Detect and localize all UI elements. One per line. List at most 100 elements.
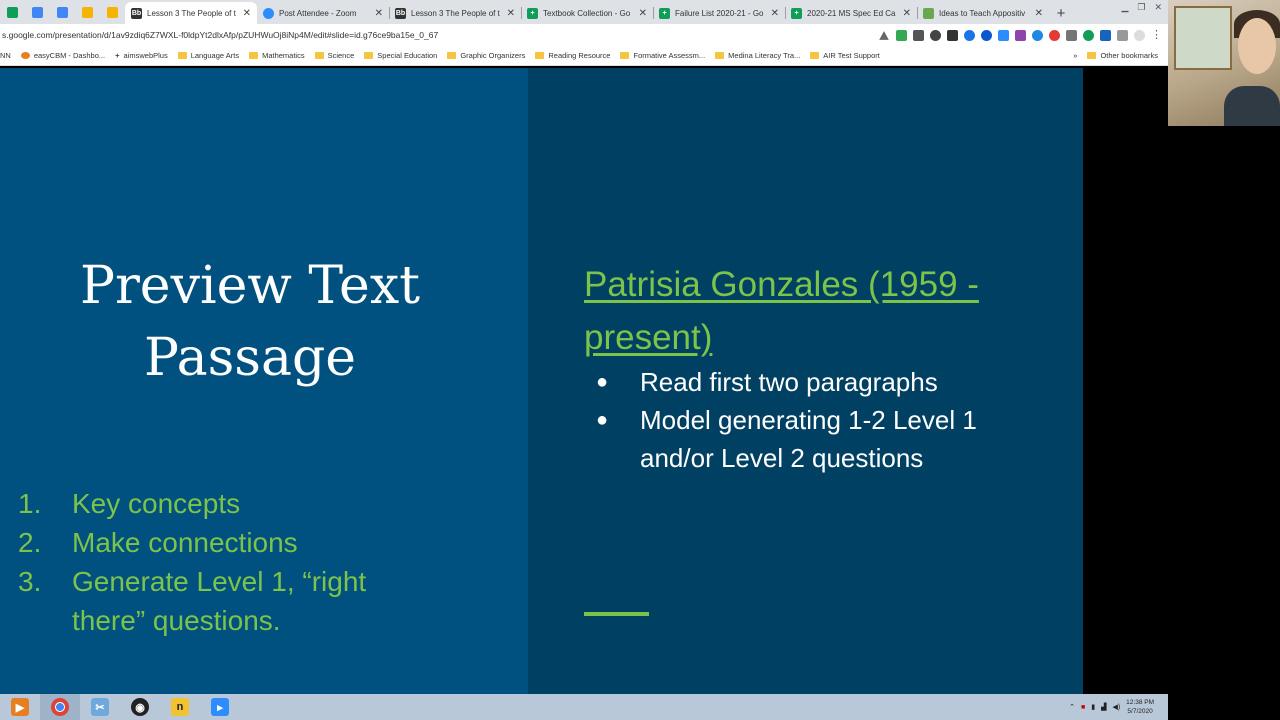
extension-icon[interactable] [981, 29, 992, 41]
snipping-tool-icon: ✂ [91, 698, 109, 716]
other-bookmarks[interactable]: Other bookmarks [1087, 51, 1168, 60]
close-tab-icon[interactable]: ✕ [507, 8, 515, 19]
blackboard-icon: Bb [395, 7, 406, 19]
wall-map [1174, 6, 1232, 70]
minimize-icon[interactable]: ▁ [1121, 2, 1128, 13]
person-shirt [1224, 86, 1280, 126]
slides-icon [82, 6, 93, 18]
maximize-icon[interactable]: ❐ [1137, 2, 1145, 13]
extension-icon[interactable] [913, 29, 924, 41]
pinned-tab-docs[interactable] [25, 0, 50, 24]
tab-lesson-3-b[interactable]: Bb Lesson 3 The People of t ✕ [389, 2, 521, 24]
pinned-tab-slides[interactable] [75, 0, 100, 24]
volume-icon[interactable]: ◀) [1112, 703, 1120, 711]
close-tab-icon[interactable]: ✕ [903, 8, 911, 19]
extensions-area: ⋮ [878, 29, 1168, 41]
bookmark-easycbm[interactable]: easyCBM - Dashbo... [20, 51, 105, 60]
close-tab-icon[interactable]: ✕ [375, 8, 383, 19]
tab-textbook-collection[interactable]: + Textbook Collection - Go ✕ [521, 2, 653, 24]
new-tab-button[interactable]: + [1049, 2, 1073, 24]
tab-failure-list[interactable]: + Failure List 2020-21 - Go ✕ [653, 2, 785, 24]
bookmark-medina-literacy[interactable]: Medina Literacy Tra... [715, 51, 800, 60]
media-player-icon: ▶ [11, 698, 29, 716]
folder-icon [620, 52, 630, 59]
profile-avatar[interactable] [1134, 29, 1145, 41]
bookmarks-overflow-button[interactable]: » [1073, 51, 1077, 60]
taskbar-obs[interactable]: ◉ [120, 694, 160, 720]
pinned-tab-slides-2[interactable] [100, 0, 125, 24]
bookmark-graphic-organizers[interactable]: Graphic Organizers [447, 51, 525, 60]
close-window-icon[interactable]: ✕ [1154, 2, 1162, 13]
tray-app-icon[interactable]: ■ [1081, 704, 1085, 711]
image-icon [57, 6, 68, 18]
clock[interactable]: 12:38 PM 5/7/2020 [1126, 698, 1154, 716]
url-field[interactable]: s.google.com/presentation/d/1av9zdiq6Z7W… [0, 30, 878, 40]
close-tab-icon[interactable]: ✕ [1035, 8, 1043, 19]
bookmark-mathematics[interactable]: Mathematics [249, 51, 305, 60]
bookmark-aimsweb[interactable]: + aimswebPlus [115, 51, 168, 60]
bullet-list: ● Read first two paragraphs ● Model genera… [596, 363, 1010, 477]
window-controls: ▁ ❐ ✕ [1121, 2, 1162, 13]
list-item: 3. Generate Level 1, “right there” questi… [18, 566, 367, 636]
tab-spec-ed[interactable]: + 2020-21 MS Spec Ed Ca ✕ [785, 2, 917, 24]
extension-icon[interactable] [1066, 29, 1077, 41]
extension-icon[interactable] [1032, 29, 1043, 41]
extension-icon[interactable] [1015, 29, 1026, 41]
bullet-icon: ● [596, 371, 609, 393]
bookmark-air-test-support[interactable]: AIR Test Support [810, 51, 880, 60]
extension-icon[interactable] [930, 29, 941, 41]
pinned-tab-photo[interactable] [50, 0, 75, 24]
taskbar: ▶ ✂ ◉ n ▸ ⌃ ■ ▮ ▟ ◀) 12:38 PM 5/7/2020 [0, 694, 1168, 720]
taskbar-zoom[interactable]: ▸ [200, 694, 240, 720]
author-link[interactable]: Patrisia Gonzales (1959 - present) [584, 258, 1044, 364]
pinned-tab-sheets[interactable] [0, 0, 25, 24]
sheets-icon [7, 6, 18, 18]
close-tab-icon[interactable]: ✕ [771, 8, 779, 19]
sheets-icon: + [659, 7, 670, 19]
tab-zoom-attendee[interactable]: Post Attendee - Zoom ✕ [257, 2, 389, 24]
bookmarks-bar: NN easyCBM - Dashbo... + aimswebPlus Lang… [0, 46, 1168, 66]
address-bar: s.google.com/presentation/d/1av9zdiq6Z7W… [0, 24, 1168, 46]
extension-icon[interactable] [896, 29, 907, 41]
slide-right-panel: Patrisia Gonzales (1959 - present) ● Read… [528, 68, 1083, 694]
tray-expand-icon[interactable]: ⌃ [1069, 703, 1075, 711]
bookmark-formative-assessment[interactable]: Formative Assessm... [620, 51, 705, 60]
extension-icon[interactable] [964, 29, 975, 41]
taskbar-snipping-tool[interactable]: ✂ [80, 694, 120, 720]
folder-icon [249, 52, 259, 59]
list-item: 2. Make connections [18, 527, 298, 558]
bookmark-science[interactable]: Science [314, 51, 354, 60]
menu-icon[interactable]: ⋮ [1151, 29, 1162, 41]
folder-icon [447, 52, 457, 59]
tab-appositives[interactable]: Ideas to Teach Appositiv ✕ [917, 2, 1049, 24]
extension-icon[interactable] [1117, 29, 1128, 41]
zoom-icon: ▸ [211, 698, 229, 716]
bookmark-language-arts[interactable]: Language Arts [177, 51, 239, 60]
extension-icon[interactable] [1100, 29, 1111, 41]
system-tray: ⌃ ■ ▮ ▟ ◀) 12:38 PM 5/7/2020 [1069, 698, 1168, 716]
bookmark-reading-resource[interactable]: Reading Resource [535, 51, 610, 60]
obs-icon: ◉ [131, 698, 149, 716]
list-item: ● Model generating 1-2 Level 1 and/or Lev… [596, 401, 1010, 477]
folder-icon [1087, 52, 1097, 59]
extension-icon[interactable] [1083, 29, 1094, 41]
star-icon[interactable] [879, 30, 889, 40]
taskbar-media-player[interactable]: ▶ [0, 694, 40, 720]
extension-icon[interactable] [1049, 29, 1060, 41]
taskbar-chrome[interactable] [40, 694, 80, 720]
extension-icon[interactable] [998, 29, 1009, 41]
slide-title: Preview Text Passage [79, 256, 421, 388]
folder-icon [715, 52, 725, 59]
bookmark-special-education[interactable]: Special Education [364, 51, 437, 60]
bookmark-prefix[interactable]: NN [0, 51, 11, 60]
battery-icon[interactable]: ▮ [1091, 703, 1095, 711]
presentation-slide: Preview Text Passage 1. Key concepts 2. Ma… [0, 68, 1083, 694]
close-tab-icon[interactable]: ✕ [243, 8, 251, 19]
tab-lesson-3[interactable]: Bb Lesson 3 The People of t ✕ [125, 2, 257, 24]
extension-icon[interactable] [947, 29, 958, 41]
slides-icon [107, 6, 118, 18]
close-tab-icon[interactable]: ✕ [639, 8, 647, 19]
network-icon[interactable]: ▟ [1101, 703, 1106, 711]
taskbar-notes[interactable]: n [160, 694, 200, 720]
sheets-icon: + [791, 7, 802, 19]
